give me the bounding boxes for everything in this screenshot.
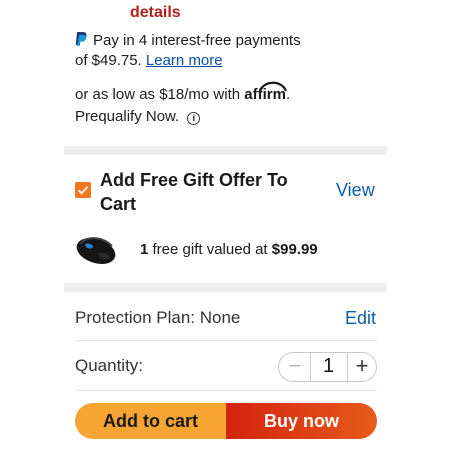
add-to-cart-button[interactable]: Add to cart (75, 403, 226, 439)
section-divider (64, 146, 387, 155)
gaming-mouse-image (74, 232, 118, 268)
buy-now-button[interactable]: Buy now (226, 403, 377, 439)
section-divider (64, 283, 387, 292)
row-divider (75, 340, 377, 341)
row-divider (75, 390, 377, 391)
affirm-financing: or as low as $18/mo with affirm . Prequa… (75, 81, 375, 128)
gift-value-text: 1 free gift valued at $99.99 (140, 241, 318, 258)
paypal-installments: Pay in 4 interest-free payments of $49.7… (75, 31, 325, 71)
paypal-line1: Pay in 4 interest-free payments (93, 32, 301, 49)
paypal-amount: of $49.75. (75, 52, 142, 69)
learn-more-link[interactable]: Learn more (146, 52, 223, 69)
quantity-stepper[interactable]: − 1 + (278, 352, 377, 382)
gift-view-link[interactable]: View (336, 180, 375, 201)
gift-checkbox[interactable] (75, 182, 91, 198)
quantity-value[interactable]: 1 (309, 352, 348, 382)
quantity-increase-button[interactable]: + (352, 354, 372, 380)
quantity-label: Quantity: (75, 356, 144, 375)
protection-plan-label: Protection Plan: None (75, 308, 241, 327)
affirm-text: or as low as $18/mo with (75, 86, 241, 103)
quantity-decrease-button[interactable]: − (285, 354, 305, 380)
protection-edit-link[interactable]: Edit (345, 308, 376, 329)
checkmark-icon (77, 186, 89, 195)
affirm-arc-icon (259, 81, 288, 92)
paypal-icon (75, 31, 88, 47)
prequalify-link[interactable]: Prequalify Now. (75, 108, 179, 125)
gift-offer-title: Add Free Gift Offer To Cart (100, 170, 288, 214)
affirm-logo: affirm (244, 81, 288, 106)
info-icon[interactable]: i (187, 112, 201, 125)
details-link[interactable]: details (130, 4, 181, 22)
